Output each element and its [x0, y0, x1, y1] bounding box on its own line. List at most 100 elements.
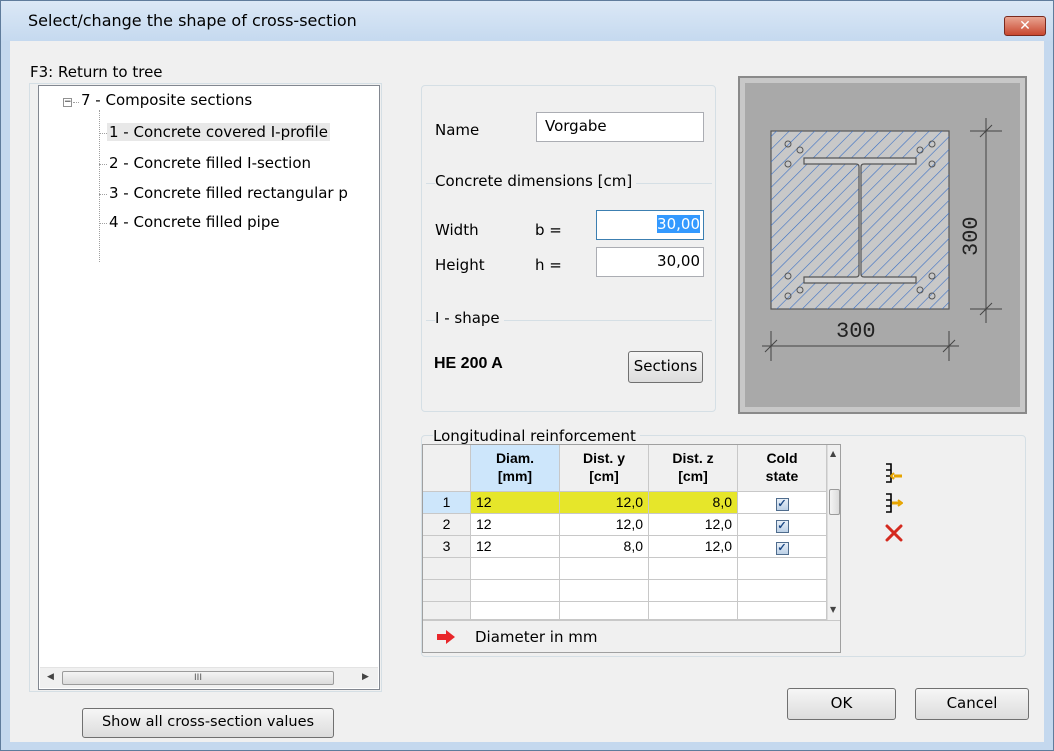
status-arrow-icon — [437, 630, 455, 644]
checkbox-checked-icon[interactable]: ✓ — [775, 498, 789, 511]
tree-connector — [99, 194, 107, 195]
dialog-window: Select/change the shape of cross-section… — [0, 0, 1054, 751]
column-header-line: Diam. — [495, 450, 535, 466]
width-dimension-text: 300 — [836, 319, 876, 344]
name-field[interactable]: Vorgabe — [536, 112, 704, 142]
column-header-line: [mm] — [497, 468, 533, 484]
column-header-diam[interactable]: Diam. [mm] — [471, 445, 560, 492]
tree-connector — [99, 164, 107, 165]
height-symbol: h = — [535, 256, 562, 274]
ok-button[interactable]: OK — [787, 688, 896, 720]
width-value: 30,00 — [657, 215, 700, 233]
cell-cold-state[interactable]: ✓ — [738, 536, 827, 558]
width-symbol: b = — [535, 221, 562, 239]
cell-cold-state[interactable]: ✓ — [738, 514, 827, 536]
column-header-line: Cold — [766, 450, 798, 466]
column-header-line: Dist. y — [582, 450, 625, 466]
status-text: Diameter in mm — [475, 628, 598, 646]
cell-dist-y[interactable]: 12,0 — [560, 514, 649, 536]
cell-diam[interactable]: 12 — [471, 492, 560, 514]
cell-empty[interactable] — [471, 580, 560, 602]
grid-status-bar: Diameter in mm — [423, 620, 840, 652]
column-header-cold-state[interactable]: Cold state — [738, 445, 827, 492]
row-header[interactable]: 3 — [423, 536, 471, 558]
delete-row-icon[interactable] — [884, 523, 904, 543]
row-header[interactable] — [423, 558, 471, 580]
width-label: Width — [435, 221, 479, 239]
tree-connector — [73, 102, 79, 103]
cell-diam[interactable]: 12 — [471, 514, 560, 536]
tree-item-concrete-filled-rectangular[interactable]: 3 - Concrete filled rectangular p — [109, 184, 379, 202]
cell-dist-y[interactable]: 12,0 — [560, 492, 649, 514]
cell-empty[interactable] — [471, 602, 560, 620]
row-header[interactable]: 2 — [423, 514, 471, 536]
cell-empty[interactable] — [560, 580, 649, 602]
close-icon: ✕ — [1019, 18, 1031, 34]
column-header-line: [cm] — [589, 468, 619, 484]
cell-empty[interactable] — [649, 602, 738, 620]
cell-empty[interactable] — [738, 558, 827, 580]
column-header-dist-y[interactable]: Dist. y [cm] — [560, 445, 649, 492]
dialog-client-area: F3: Return to tree − 7 - Composite secti… — [10, 41, 1044, 742]
row-header[interactable] — [423, 580, 471, 602]
window-title: Select/change the shape of cross-section — [28, 11, 357, 30]
tree-connector — [99, 133, 107, 134]
insert-row-icon[interactable] — [883, 463, 903, 483]
cell-empty[interactable] — [649, 580, 738, 602]
concrete-dimensions-label: Concrete dimensions [cm] — [435, 172, 637, 190]
cell-empty[interactable] — [738, 580, 827, 602]
cell-cold-state[interactable]: ✓ — [738, 492, 827, 514]
ishape-label: I - shape — [435, 309, 504, 327]
grip-icon: III — [194, 673, 202, 683]
tree-group-label: F3: Return to tree — [30, 63, 163, 81]
cell-empty[interactable] — [738, 602, 827, 620]
append-row-icon[interactable] — [883, 493, 903, 513]
tree-item-concrete-covered-i-profile[interactable]: 1 - Concrete covered I-profile — [107, 123, 330, 141]
tree-connector — [99, 223, 107, 224]
checkbox-checked-icon[interactable]: ✓ — [775, 520, 789, 533]
tree-root-composite-sections[interactable]: 7 - Composite sections — [81, 91, 252, 109]
scroll-left-icon[interactable]: ◀ — [47, 672, 54, 682]
column-header-line: Dist. z — [672, 450, 714, 466]
width-field[interactable]: 30,00 — [596, 210, 704, 240]
tree-horizontal-scrollbar[interactable]: ◀ III ▶ — [40, 667, 378, 688]
cell-dist-z[interactable]: 12,0 — [649, 514, 738, 536]
column-header-line: state — [765, 468, 799, 484]
height-field[interactable]: 30,00 — [596, 247, 704, 277]
cell-empty[interactable] — [560, 602, 649, 620]
show-all-values-button[interactable]: Show all cross-section values — [82, 708, 334, 738]
cell-dist-z[interactable]: 8,0 — [649, 492, 738, 514]
tree-item-concrete-filled-i-section[interactable]: 2 - Concrete filled I-section — [109, 154, 311, 172]
height-label: Height — [435, 256, 485, 274]
scrollbar-thumb[interactable]: III — [62, 671, 334, 685]
cell-dist-y[interactable]: 8,0 — [560, 536, 649, 558]
cell-dist-z[interactable]: 12,0 — [649, 536, 738, 558]
height-dimension-text: 300 — [959, 216, 984, 256]
reinforcement-grid[interactable]: Diam. [mm] Dist. y [cm] Dist. z [cm] Col… — [422, 444, 841, 653]
cell-empty[interactable] — [560, 558, 649, 580]
cancel-button[interactable]: Cancel — [915, 688, 1029, 720]
collapse-icon[interactable]: − — [63, 98, 72, 107]
cross-section-drawing: 300 300 — [762, 118, 1002, 361]
column-header-line: [cm] — [678, 468, 708, 484]
grid-corner — [423, 445, 471, 492]
scroll-up-icon[interactable]: ▲ — [830, 449, 836, 458]
reinforcement-label: Longitudinal reinforcement — [433, 427, 640, 445]
section-tree[interactable]: − 7 - Composite sections 1 - Concrete co… — [38, 85, 380, 690]
row-header[interactable]: 1 — [423, 492, 471, 514]
cell-empty[interactable] — [471, 558, 560, 580]
close-button[interactable]: ✕ — [1004, 16, 1046, 36]
cell-diam[interactable]: 12 — [471, 536, 560, 558]
cell-empty[interactable] — [649, 558, 738, 580]
ishape-value: HE 200 A — [434, 355, 503, 372]
scroll-right-icon[interactable]: ▶ — [362, 672, 369, 682]
column-header-dist-z[interactable]: Dist. z [cm] — [649, 445, 738, 492]
scrollbar-thumb[interactable] — [829, 489, 840, 515]
tree-item-concrete-filled-pipe[interactable]: 4 - Concrete filled pipe — [109, 213, 280, 231]
cross-section-preview: 300 300 — [738, 76, 1027, 414]
scroll-down-icon[interactable]: ▼ — [830, 605, 836, 614]
grid-vertical-scrollbar[interactable]: ▲ ▼ — [827, 445, 840, 620]
checkbox-checked-icon[interactable]: ✓ — [775, 542, 789, 555]
sections-button[interactable]: Sections — [628, 351, 703, 383]
row-header[interactable] — [423, 602, 471, 620]
